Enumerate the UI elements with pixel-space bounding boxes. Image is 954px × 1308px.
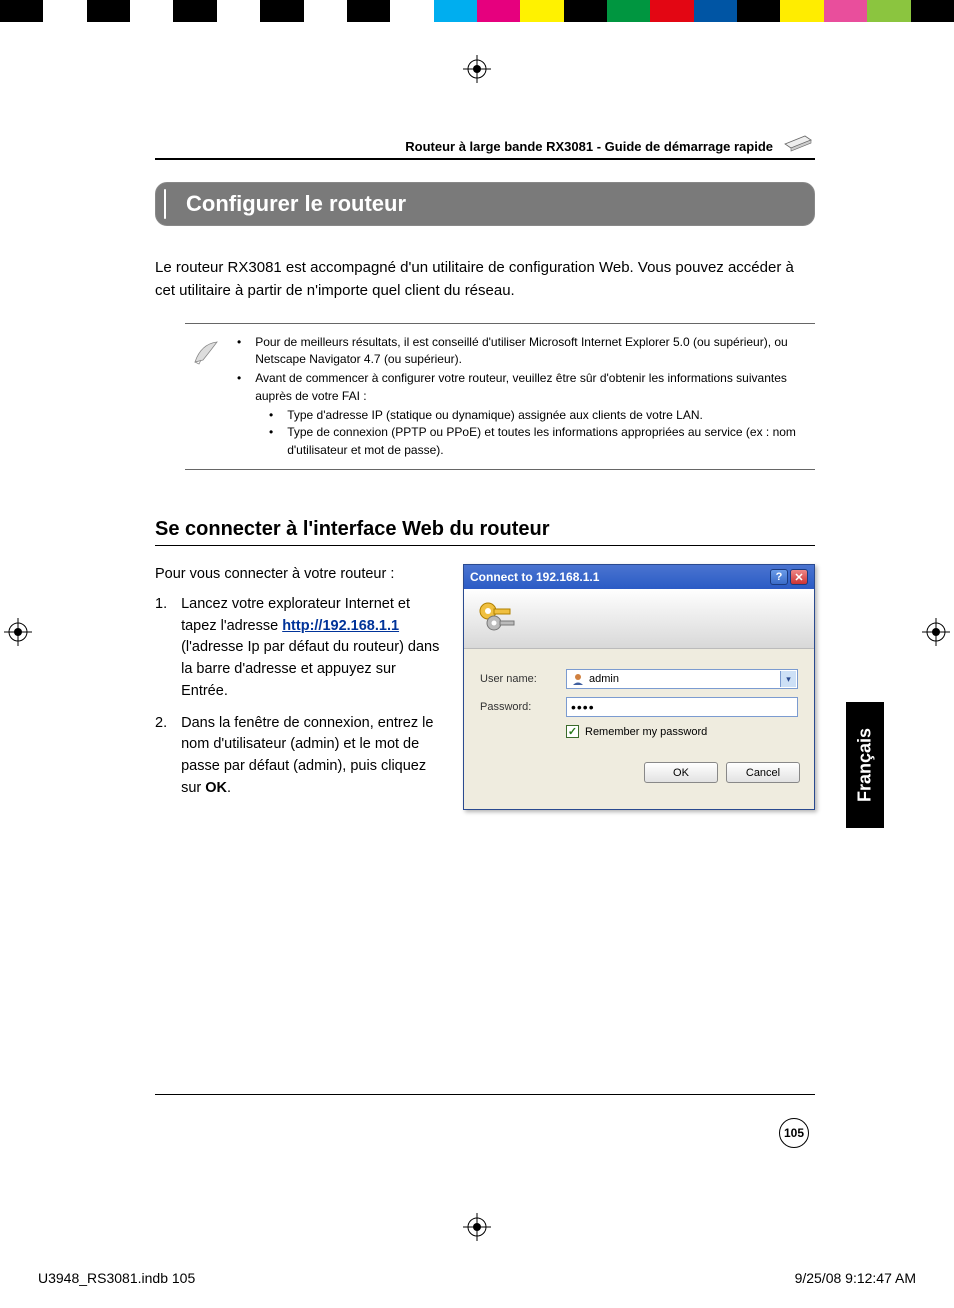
- color-swatch: [390, 0, 433, 22]
- color-swatch: [173, 0, 216, 22]
- username-value: admin: [589, 673, 619, 685]
- color-swatch: [824, 0, 867, 22]
- color-swatch: [304, 0, 347, 22]
- login-dialog: Connect to 192.168.1.1 ? ✕ User: [463, 564, 815, 810]
- color-swatch: [780, 0, 823, 22]
- note-content: Pour de meilleurs résultats, il est cons…: [237, 334, 811, 460]
- close-button[interactable]: ✕: [790, 569, 808, 585]
- remember-checkbox[interactable]: ✓: [566, 725, 579, 738]
- password-input[interactable]: ••••: [566, 697, 798, 717]
- username-label: User name:: [480, 673, 556, 685]
- pen-note-icon: [189, 334, 225, 460]
- footer-timestamp: 9/25/08 9:12:47 AM: [795, 1270, 916, 1286]
- note-box: Pour de meilleurs résultats, il est cons…: [185, 323, 815, 471]
- help-button[interactable]: ?: [770, 569, 788, 585]
- color-swatch: [87, 0, 130, 22]
- lead-text: Pour vous connecter à votre routeur :: [155, 564, 445, 586]
- page-content: Routeur à large bande RX3081 - Guide de …: [155, 130, 815, 810]
- color-swatch: [434, 0, 477, 22]
- registration-mark-icon: [463, 1213, 491, 1248]
- section-title-box: Configurer le routeur: [155, 182, 815, 226]
- password-value: ••••: [571, 702, 595, 712]
- router-ip-link[interactable]: http://192.168.1.1: [282, 618, 399, 634]
- step-1: 1. Lancez votre explorateur Internet et …: [155, 594, 445, 703]
- note-bullet-1: Pour de meilleurs résultats, il est cons…: [255, 334, 811, 369]
- username-dropdown[interactable]: admin ▾: [566, 669, 798, 689]
- note-bullet-2: Avant de commencer à configurer votre ro…: [255, 370, 811, 405]
- ok-button[interactable]: OK: [644, 762, 718, 783]
- note-sub-2: Type de connexion (PPTP ou PPoE) et tout…: [287, 424, 811, 459]
- registration-mark-icon: [463, 55, 491, 90]
- remember-label: Remember my password: [585, 726, 707, 738]
- footer-file-info: U3948_RS3081.indb 105: [38, 1270, 195, 1286]
- color-swatch: [520, 0, 563, 22]
- print-color-bar: [0, 0, 954, 22]
- color-swatch: [260, 0, 303, 22]
- user-icon: [571, 672, 585, 686]
- color-swatch: [607, 0, 650, 22]
- header-title: Routeur à large bande RX3081 - Guide de …: [405, 139, 773, 154]
- note-sub-1: Type d'adresse IP (statique ou dynamique…: [287, 407, 703, 424]
- page-number: 105: [779, 1118, 809, 1148]
- color-swatch: [347, 0, 390, 22]
- language-tab: Français: [846, 702, 884, 828]
- color-swatch: [130, 0, 173, 22]
- color-swatch: [564, 0, 607, 22]
- color-swatch: [43, 0, 86, 22]
- cancel-button[interactable]: Cancel: [726, 762, 800, 783]
- intro-paragraph: Le routeur RX3081 est accompagné d'un ut…: [155, 256, 815, 303]
- registration-mark-icon: [4, 618, 32, 653]
- registration-mark-icon: [922, 618, 950, 653]
- color-swatch: [217, 0, 260, 22]
- color-swatch: [911, 0, 954, 22]
- subsection-heading: Se connecter à l'interface Web du routeu…: [155, 518, 815, 546]
- page-header: Routeur à large bande RX3081 - Guide de …: [155, 130, 815, 160]
- chevron-down-icon[interactable]: ▾: [780, 671, 796, 687]
- password-label: Password:: [480, 701, 556, 713]
- color-swatch: [0, 0, 43, 22]
- section-title: Configurer le routeur: [172, 191, 798, 217]
- color-swatch: [867, 0, 910, 22]
- dialog-title-text: Connect to 192.168.1.1: [470, 570, 599, 584]
- color-swatch: [650, 0, 693, 22]
- instructions-column: Pour vous connecter à votre routeur : 1.…: [155, 564, 445, 810]
- color-swatch: [694, 0, 737, 22]
- footer-rule: [155, 1094, 815, 1095]
- dialog-titlebar: Connect to 192.168.1.1 ? ✕: [464, 565, 814, 589]
- dialog-banner: [464, 589, 814, 649]
- router-icon: [781, 130, 815, 154]
- color-swatch: [737, 0, 780, 22]
- color-swatch: [477, 0, 520, 22]
- keys-icon: [474, 599, 520, 639]
- step-2: 2. Dans la fenêtre de connexion, entrez …: [155, 713, 445, 800]
